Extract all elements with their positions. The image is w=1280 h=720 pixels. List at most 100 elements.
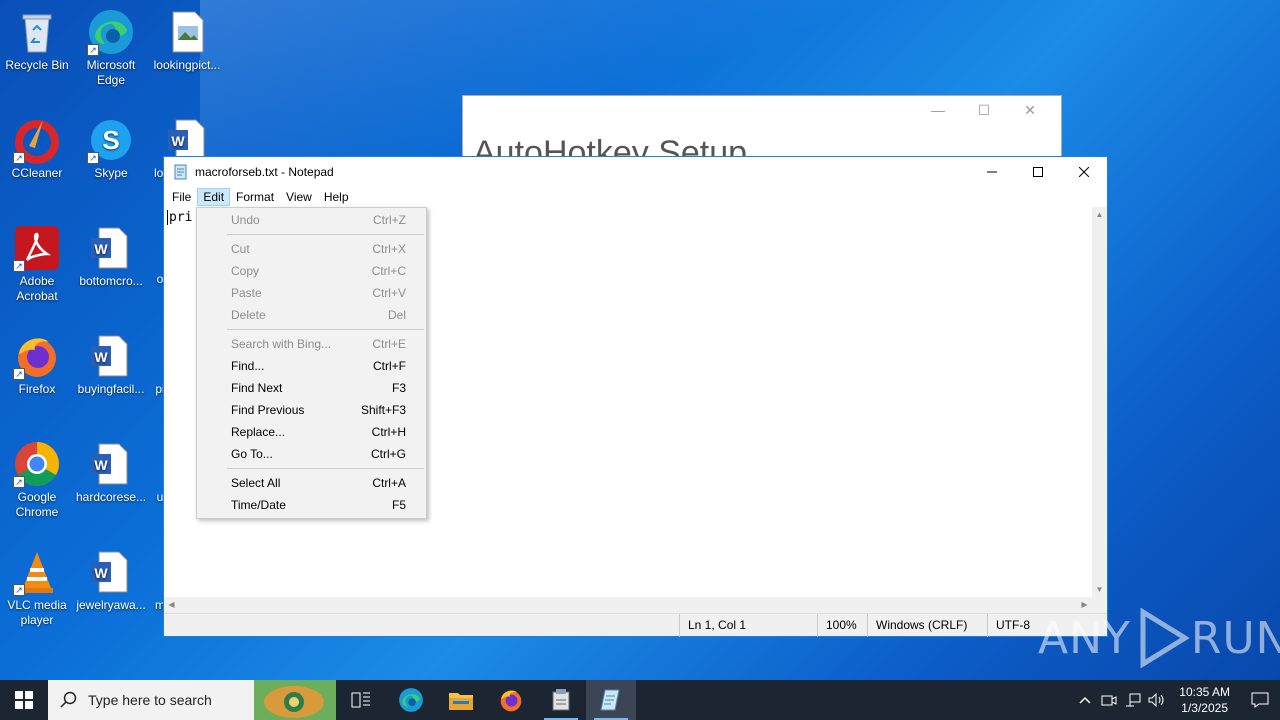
editor-text: pri xyxy=(167,210,193,225)
notification-center-button[interactable] xyxy=(1240,680,1280,720)
taskbar-clock[interactable]: 10:35 AM 1/3/2025 xyxy=(1169,684,1240,716)
taskbar-search-box[interactable]: Type here to search xyxy=(48,680,336,720)
menu-edit[interactable]: Edit xyxy=(197,188,231,206)
tray-overflow-button[interactable] xyxy=(1073,680,1097,720)
menu-item-label: Find Next xyxy=(231,381,283,395)
tray-meet-now[interactable] xyxy=(1097,680,1121,720)
menu-item-copy[interactable]: Copy Ctrl+C xyxy=(197,260,426,282)
close-button[interactable] xyxy=(1061,157,1107,187)
menu-item-shortcut: Shift+F3 xyxy=(360,403,406,417)
menu-item-time-date[interactable]: Time/Date F5 xyxy=(197,494,426,516)
taskbar-file-explorer[interactable] xyxy=(436,680,486,720)
tray-network[interactable] xyxy=(1121,680,1145,720)
word-doc-icon: W xyxy=(87,548,135,596)
menu-item-shortcut: Ctrl+C xyxy=(371,264,406,278)
menu-item-shortcut: Ctrl+A xyxy=(372,476,406,490)
status-position: Ln 1, Col 1 xyxy=(679,614,817,637)
minimize-button[interactable]: — xyxy=(915,100,961,120)
close-button[interactable]: ✕ xyxy=(1007,100,1053,120)
ccleaner-icon: ↗ xyxy=(13,116,61,164)
desktop-icon-microsoft-edge[interactable]: ↗ Microsoft Edge xyxy=(74,8,148,88)
menu-item-shortcut: Ctrl+F xyxy=(373,359,406,373)
menu-item-replace[interactable]: Replace... Ctrl+H xyxy=(197,421,426,443)
menu-item-undo[interactable]: Undo Ctrl+Z xyxy=(197,209,426,231)
firefox-icon xyxy=(500,690,522,712)
menu-item-shortcut: Ctrl+G xyxy=(370,447,406,461)
menu-view[interactable]: View xyxy=(280,188,318,206)
shortcut-arrow-icon: ↗ xyxy=(13,584,25,596)
title-bar[interactable]: macroforseb.txt - Notepad xyxy=(164,157,1107,187)
window-controls: — ☐ ✕ xyxy=(915,100,1053,120)
menu-item-select-all[interactable]: Select All Ctrl+A xyxy=(197,472,426,494)
start-button[interactable] xyxy=(0,680,48,720)
menu-bar: File Edit Format View Help xyxy=(164,187,1107,207)
taskbar-autohotkey-setup[interactable] xyxy=(536,680,586,720)
menu-separator xyxy=(227,234,424,235)
taskbar-firefox[interactable] xyxy=(486,680,536,720)
tray-volume[interactable] xyxy=(1145,680,1169,720)
close-icon xyxy=(1079,167,1089,177)
notification-icon xyxy=(1251,692,1269,708)
scroll-down-icon[interactable]: ▼ xyxy=(1092,582,1107,597)
desktop-icon-skype[interactable]: S ↗ Skype xyxy=(74,116,148,181)
menu-item-paste[interactable]: Paste Ctrl+V xyxy=(197,282,426,304)
desktop-icon-word-doc-4[interactable]: W hardcorese... xyxy=(74,440,148,505)
shortcut-arrow-icon: ↗ xyxy=(13,260,25,272)
desktop-icon-word-doc-5[interactable]: W jewelryawa... xyxy=(74,548,148,613)
menu-item-go-to[interactable]: Go To... Ctrl+G xyxy=(197,443,426,465)
menu-item-label: Search with Bing... xyxy=(231,337,332,351)
notepad-app-icon xyxy=(174,164,187,180)
desktop-icon-word-doc-3[interactable]: W buyingfacil... xyxy=(74,332,148,397)
desktop-icon-vlc[interactable]: ↗ VLC media player xyxy=(0,548,74,628)
desktop-icon-ccleaner[interactable]: ↗ CCleaner xyxy=(0,116,74,181)
svg-text:W: W xyxy=(94,241,108,257)
shortcut-arrow-icon: ↗ xyxy=(87,152,99,164)
svg-text:W: W xyxy=(94,457,108,473)
menu-item-label: Replace... xyxy=(231,425,286,439)
status-line-ending: Windows (CRLF) xyxy=(867,614,987,637)
vertical-scrollbar[interactable]: ▲ ▼ xyxy=(1092,207,1107,597)
menu-item-shortcut: F5 xyxy=(391,498,406,512)
vlc-icon: ↗ xyxy=(13,548,61,596)
installer-icon xyxy=(552,689,570,711)
menu-format[interactable]: Format xyxy=(230,188,280,206)
desktop-icon-label: buyingfacil... xyxy=(77,382,145,396)
play-logo-icon xyxy=(1140,608,1190,668)
desktop-icon-label: Recycle Bin xyxy=(5,58,69,72)
menu-item-label: Delete xyxy=(231,308,266,322)
word-doc-icon: W xyxy=(87,332,135,380)
search-highlight-illustration-icon xyxy=(254,680,336,720)
desktop-icon-label: Skype xyxy=(94,166,128,180)
scroll-left-icon[interactable]: ◀ xyxy=(164,597,179,613)
desktop-icon-recycle-bin[interactable]: Recycle Bin xyxy=(0,8,74,73)
menu-item-find-previous[interactable]: Find Previous Shift+F3 xyxy=(197,399,426,421)
desktop-icon-word-doc-2[interactable]: W bottomcro... xyxy=(74,224,148,289)
scroll-up-icon[interactable]: ▲ xyxy=(1092,207,1107,222)
desktop-icon-adobe-acrobat[interactable]: ↗ Adobe Acrobat xyxy=(0,224,74,304)
menu-item-shortcut: F3 xyxy=(391,381,406,395)
maximize-button[interactable]: ☐ xyxy=(961,100,1007,120)
menu-item-find[interactable]: Find... Ctrl+F xyxy=(197,355,426,377)
menu-item-delete[interactable]: Delete Del xyxy=(197,304,426,326)
menu-item-shortcut: Ctrl+V xyxy=(372,286,406,300)
desktop-icon-image-file[interactable]: lookingpict... xyxy=(150,8,224,73)
clock-date: 1/3/2025 xyxy=(1181,701,1228,715)
search-placeholder: Type here to search xyxy=(88,692,212,708)
menu-item-find-next[interactable]: Find Next F3 xyxy=(197,377,426,399)
shortcut-arrow-icon: ↗ xyxy=(13,476,25,488)
maximize-button[interactable] xyxy=(1015,157,1061,187)
desktop-icon-label: jewelryawa... xyxy=(76,598,146,612)
menu-help[interactable]: Help xyxy=(318,188,355,206)
desktop-icon-firefox[interactable]: ↗ Firefox xyxy=(0,332,74,397)
menu-file[interactable]: File xyxy=(166,188,197,206)
menu-item-cut[interactable]: Cut Ctrl+X xyxy=(197,238,426,260)
taskbar-notepad[interactable] xyxy=(586,680,636,720)
minimize-button[interactable] xyxy=(969,157,1015,187)
taskbar-edge[interactable] xyxy=(386,680,436,720)
task-view-icon xyxy=(351,692,370,708)
desktop-icon-google-chrome[interactable]: ↗ Google Chrome xyxy=(0,440,74,520)
horizontal-scrollbar[interactable]: ◀ ▶ xyxy=(164,597,1092,613)
task-view-button[interactable] xyxy=(336,680,386,720)
menu-item-search-with-bing[interactable]: Search with Bing... Ctrl+E xyxy=(197,333,426,355)
chrome-icon: ↗ xyxy=(13,440,61,488)
